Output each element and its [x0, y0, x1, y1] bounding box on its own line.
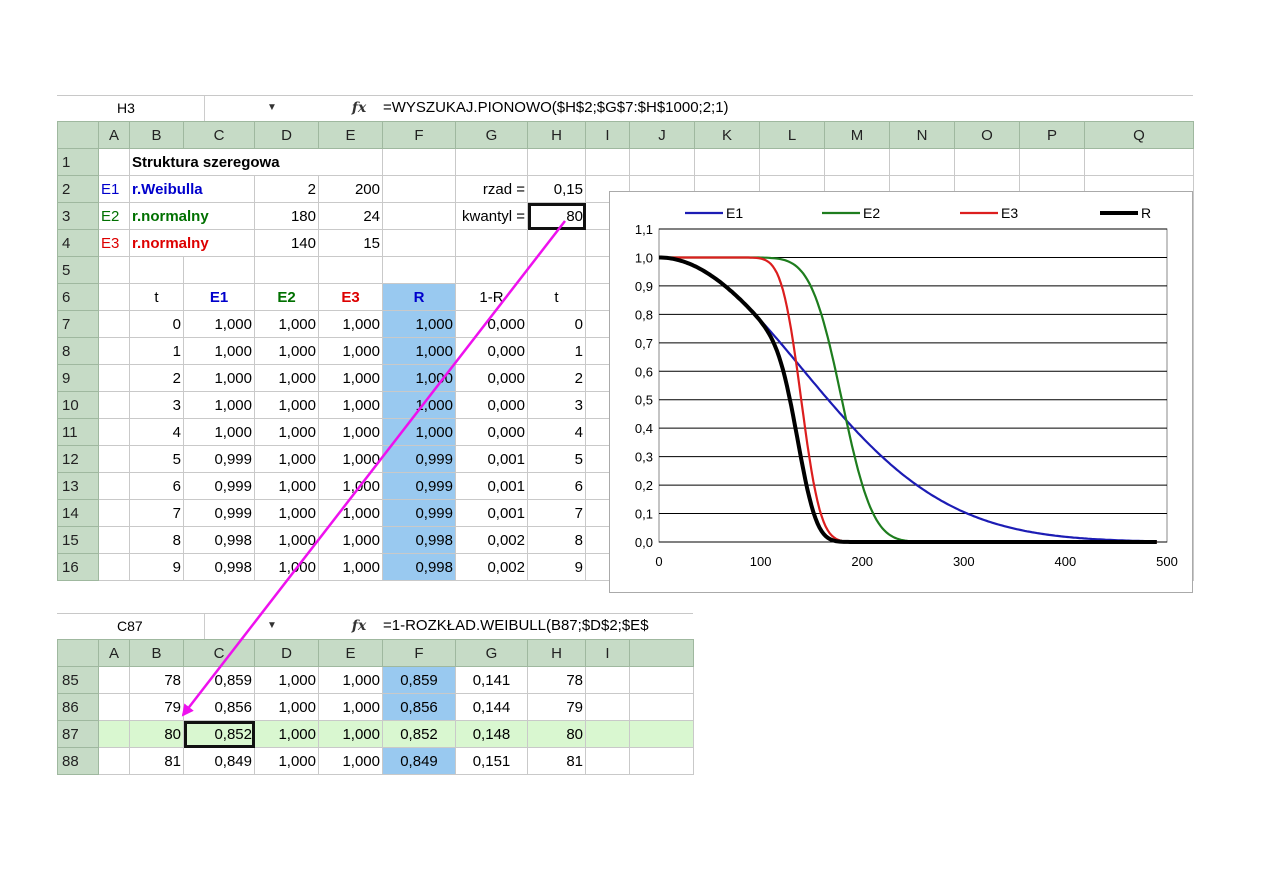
arrow-line [181, 220, 566, 717]
lookup-arrow-overlay [181, 220, 566, 717]
